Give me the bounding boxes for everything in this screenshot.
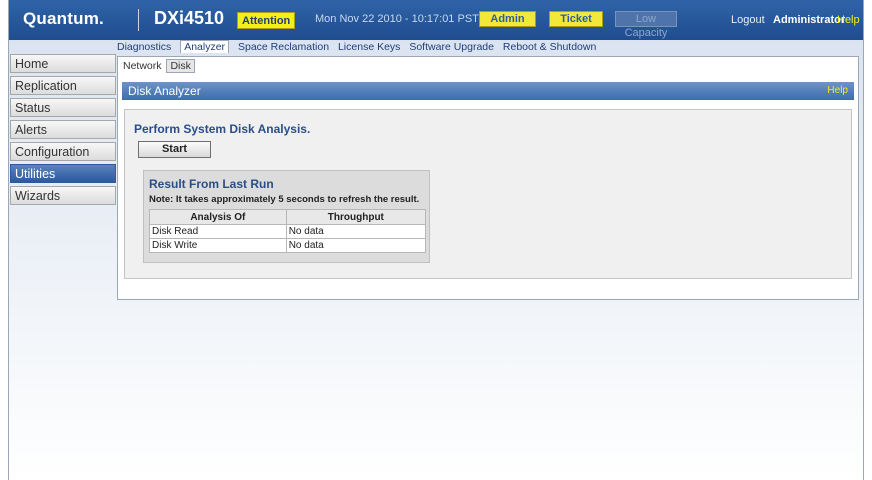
subtab-network[interactable]: Network	[123, 60, 162, 72]
tab-analyzer[interactable]: Analyzer	[180, 40, 230, 53]
logo-divider	[138, 9, 139, 31]
cell-throughput: No data	[285, 224, 427, 239]
tab-space-reclamation[interactable]: Space Reclamation	[238, 41, 329, 53]
tab-license-keys[interactable]: License Keys	[338, 41, 400, 53]
panel-help-link[interactable]: Help	[827, 85, 848, 96]
table-row: Disk Read No data	[149, 224, 427, 239]
user-name: Administrator	[773, 14, 846, 26]
cell-throughput: No data	[285, 238, 427, 253]
attention-badge[interactable]: Attention	[237, 12, 296, 29]
nav-alerts[interactable]: Alerts	[10, 120, 116, 139]
low-capacity-button[interactable]: Low Capacity	[615, 11, 677, 39]
disk-analyzer-panel: Perform System Disk Analysis. Start Resu…	[124, 109, 852, 279]
nav-home[interactable]: Home	[10, 54, 116, 73]
cell-analysis: Disk Read	[149, 224, 287, 239]
tab-reboot-shutdown[interactable]: Reboot & Shutdown	[503, 41, 596, 53]
model-name: DXi4510	[154, 8, 225, 28]
nav-status[interactable]: Status	[10, 98, 116, 117]
logout-link[interactable]: Logout	[731, 14, 765, 26]
utilities-tabs: Diagnostics Analyzer Space Reclamation L…	[117, 40, 602, 55]
start-button[interactable]: Start	[138, 141, 211, 158]
nav-configuration[interactable]: Configuration	[10, 142, 116, 161]
admin-button[interactable]: Admin	[479, 11, 536, 27]
table-header-row: Analysis Of Throughput	[149, 209, 427, 225]
left-navigation: Home Replication Status Alerts Configura…	[10, 54, 116, 208]
datetime-display: Mon Nov 22 2010 - 10:17:01 PST	[315, 13, 479, 25]
ticket-button[interactable]: Ticket	[549, 11, 603, 27]
result-box: Result From Last Run Note: It takes appr…	[143, 170, 430, 263]
tab-software-upgrade[interactable]: Software Upgrade	[409, 41, 494, 53]
result-note: Note: It takes approximately 5 seconds t…	[149, 194, 420, 205]
result-table: Analysis Of Throughput Disk Read No data…	[149, 209, 427, 253]
main-content: Network Disk Disk Analyzer Help Perform …	[117, 56, 859, 300]
top-header: Quantum. DXi4510 Attention Mon Nov 22 20…	[9, 0, 863, 40]
app-frame: Quantum. DXi4510 Attention Mon Nov 22 20…	[8, 0, 864, 480]
column-throughput: Throughput	[285, 209, 427, 225]
panel-title-bar: Disk Analyzer Help	[122, 82, 854, 100]
nav-wizards[interactable]: Wizards	[10, 186, 116, 205]
column-analysis-of: Analysis Of	[149, 209, 287, 225]
panel-title: Disk Analyzer	[128, 84, 201, 98]
cell-analysis: Disk Write	[149, 238, 287, 253]
result-title: Result From Last Run	[149, 177, 274, 191]
perform-heading: Perform System Disk Analysis.	[134, 122, 311, 136]
nav-utilities[interactable]: Utilities	[10, 164, 116, 183]
nav-replication[interactable]: Replication	[10, 76, 116, 95]
subtab-disk[interactable]: Disk	[166, 59, 195, 73]
help-link[interactable]: Help	[837, 14, 860, 26]
tab-diagnostics[interactable]: Diagnostics	[117, 41, 171, 53]
quantum-logo: Quantum.	[23, 9, 104, 28]
analyzer-subtabs: Network Disk	[123, 59, 197, 73]
table-row: Disk Write No data	[149, 238, 427, 253]
